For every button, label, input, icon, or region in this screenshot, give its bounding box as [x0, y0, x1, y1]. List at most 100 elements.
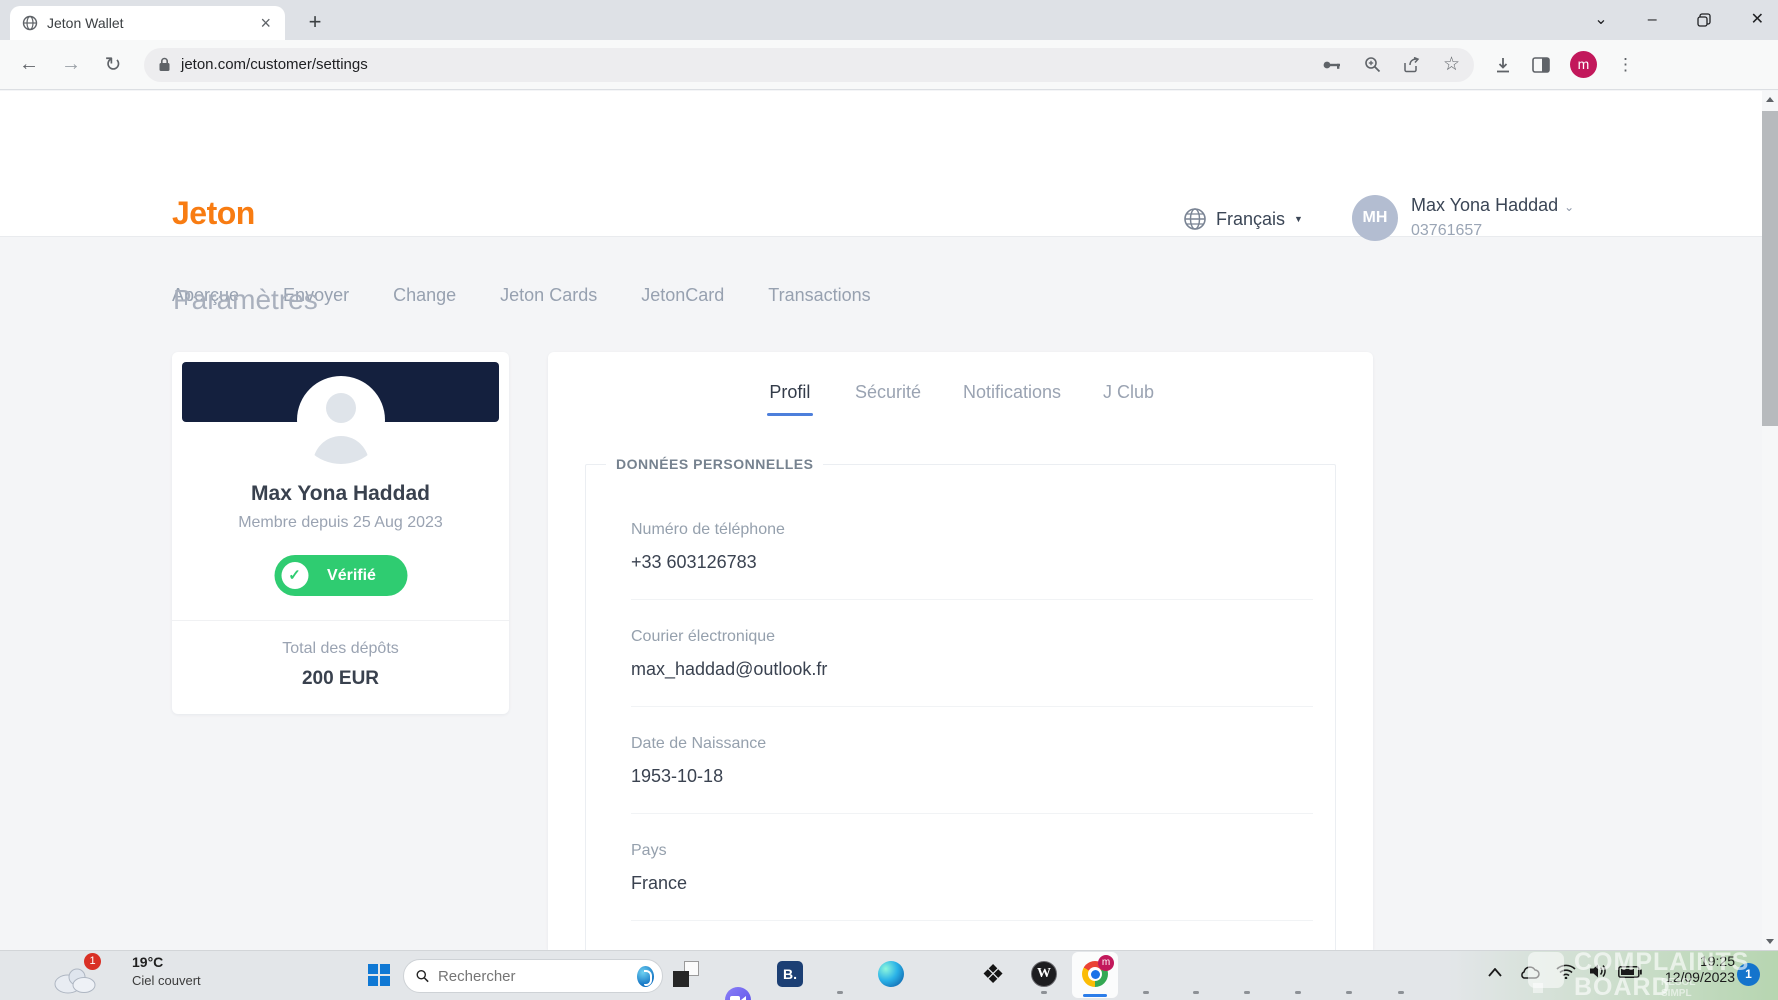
profile-avatar — [297, 376, 385, 464]
tray-clock[interactable]: 19:25 12/09/2023 — [1638, 953, 1735, 985]
language-label: Français — [1216, 209, 1285, 230]
share-icon[interactable] — [1403, 57, 1421, 73]
page-title: Paramètres — [173, 284, 318, 316]
restore-window-button[interactable] — [1697, 13, 1711, 27]
wondershare-app-icon[interactable]: W — [1031, 961, 1057, 987]
field-value: France — [631, 873, 1313, 894]
back-button[interactable]: ← — [16, 53, 42, 76]
reload-button[interactable]: ↻ — [100, 52, 126, 77]
scroll-up-button[interactable] — [1766, 97, 1774, 102]
user-avatar[interactable]: MH — [1352, 195, 1398, 241]
volume-icon[interactable] — [1589, 963, 1608, 979]
tab-close-icon[interactable]: × — [256, 14, 275, 32]
running-indicator — [1398, 991, 1404, 994]
field-birthdate: Date de Naissance 1953-10-18 — [631, 735, 1313, 814]
windows-logo-icon — [368, 964, 378, 974]
section-title: DONNÉES PERSONNELLES — [606, 456, 823, 472]
tray-date: 12/09/2023 — [1638, 969, 1735, 985]
scrollbar-thumb[interactable] — [1762, 111, 1778, 426]
search-input[interactable] — [438, 968, 637, 985]
running-indicator — [1041, 991, 1047, 994]
side-panel-button[interactable] — [1532, 57, 1550, 73]
browser-menu-button[interactable]: ⋮ — [1617, 55, 1634, 75]
personal-data-section: DONNÉES PERSONNELLES Numéro de téléphone… — [585, 464, 1336, 950]
nav-item-jetoncard[interactable]: JetonCard — [641, 285, 724, 306]
page-scrollbar[interactable] — [1762, 91, 1778, 950]
desktop-screen: Jeton Wallet × + ⌄ – ✕ ← → ↻ jeton.com/c… — [0, 0, 1778, 1000]
bookmark-star-icon[interactable]: ☆ — [1443, 55, 1460, 74]
new-tab-button[interactable]: + — [300, 8, 330, 38]
tab-notifications[interactable]: Notifications — [963, 382, 1061, 416]
tab-securite[interactable]: Sécurité — [855, 382, 921, 416]
snip-squares-app-icon[interactable] — [673, 961, 699, 987]
address-bar[interactable]: jeton.com/customer/settings ☆ — [144, 48, 1474, 82]
window-menu-chevron-icon[interactable]: ⌄ — [1594, 12, 1607, 28]
check-icon: ✓ — [281, 562, 308, 589]
running-indicator — [1244, 991, 1250, 994]
member-since: Membre depuis 25 Aug 2023 — [172, 514, 509, 532]
search-icon — [416, 968, 429, 984]
field-value: 1953-10-18 — [631, 766, 1313, 787]
language-selector[interactable]: Français ▼ — [1183, 207, 1303, 231]
settings-tabs: Profil Sécurité Notifications J Club — [548, 382, 1373, 416]
close-window-button[interactable]: ✕ — [1751, 12, 1764, 28]
language-caret-icon: ▼ — [1294, 214, 1303, 224]
b-letter-app-icon[interactable]: B. — [777, 961, 803, 987]
bing-icon — [637, 966, 654, 987]
field-value: max_haddad@outlook.fr — [631, 659, 1313, 680]
settings-card: Profil Sécurité Notifications J Club DON… — [548, 352, 1373, 950]
nav-item-jeton-cards[interactable]: Jeton Cards — [500, 285, 597, 306]
verified-label: Vérifié — [308, 567, 395, 585]
edge-browser-icon[interactable] — [878, 961, 904, 987]
url-text[interactable]: jeton.com/customer/settings — [181, 56, 1322, 73]
tab-title: Jeton Wallet — [47, 15, 256, 31]
running-indicator — [1346, 991, 1352, 994]
jeton-logo[interactable]: Jeton — [172, 195, 255, 232]
person-icon — [326, 393, 356, 423]
browser-tab[interactable]: Jeton Wallet × — [10, 6, 285, 40]
user-chevron-icon[interactable]: ⌄ — [1564, 200, 1574, 214]
zoom-icon[interactable] — [1364, 56, 1381, 73]
running-indicator — [1193, 991, 1199, 994]
field-label: Courier électronique — [631, 628, 1313, 646]
tab-j-club[interactable]: J Club — [1103, 382, 1154, 416]
notification-count-badge[interactable]: 1 — [1737, 963, 1760, 986]
field-label: Numéro de téléphone — [631, 521, 1313, 539]
tray-chevron-icon[interactable] — [1488, 968, 1502, 977]
start-button[interactable] — [368, 964, 390, 986]
onedrive-cloud-icon[interactable] — [1518, 965, 1540, 980]
dropbox-icon[interactable]: ❖ — [980, 961, 1006, 987]
nav-item-transactions[interactable]: Transactions — [768, 285, 870, 306]
nav-item-change[interactable]: Change — [393, 285, 456, 306]
field-phone: Numéro de téléphone +33 603126783 — [631, 521, 1313, 600]
taskbar-search[interactable] — [403, 959, 663, 993]
profile-card: Max Yona Haddad Membre depuis 25 Aug 202… — [172, 352, 509, 714]
deposits-value: 200 EUR — [172, 668, 509, 690]
active-app-indicator — [1083, 994, 1107, 997]
wifi-icon[interactable] — [1556, 964, 1576, 979]
browser-toolbar: ← → ↻ jeton.com/customer/settings ☆ m ⋮ — [0, 40, 1778, 90]
password-key-icon[interactable] — [1322, 58, 1342, 72]
chrome-profile-badge: m — [1098, 955, 1114, 971]
scroll-down-button[interactable] — [1766, 939, 1774, 944]
weather-alert-badge: 1 — [84, 953, 101, 970]
tray-time: 19:25 — [1638, 953, 1735, 969]
temperature-label: 19°C — [132, 954, 163, 970]
deposits-label: Total des dépôts — [172, 640, 509, 658]
field-label: Date de Naissance — [631, 735, 1313, 753]
browser-profile-avatar[interactable]: m — [1570, 51, 1597, 78]
running-indicator — [1295, 991, 1301, 994]
downloads-button[interactable] — [1494, 56, 1512, 74]
verified-badge: ✓ Vérifié — [274, 555, 407, 596]
minimize-button[interactable]: – — [1648, 12, 1657, 28]
tab-profil[interactable]: Profil — [767, 382, 813, 416]
running-indicator — [1143, 991, 1149, 994]
site-lock-icon[interactable] — [158, 57, 171, 72]
user-menu[interactable]: MH Max Yona Haddad⌄ 03761657 — [1352, 195, 1574, 241]
running-indicator — [837, 991, 843, 994]
weather-condition-label: Ciel couvert — [132, 973, 201, 988]
weather-widget[interactable]: 1 19°C Ciel couvert — [0, 951, 310, 1000]
user-id: 03761657 — [1411, 222, 1574, 240]
site-header: Jeton Français ▼ MH Max Yona Haddad⌄ 037… — [0, 91, 1762, 237]
forward-button[interactable]: → — [58, 53, 84, 76]
